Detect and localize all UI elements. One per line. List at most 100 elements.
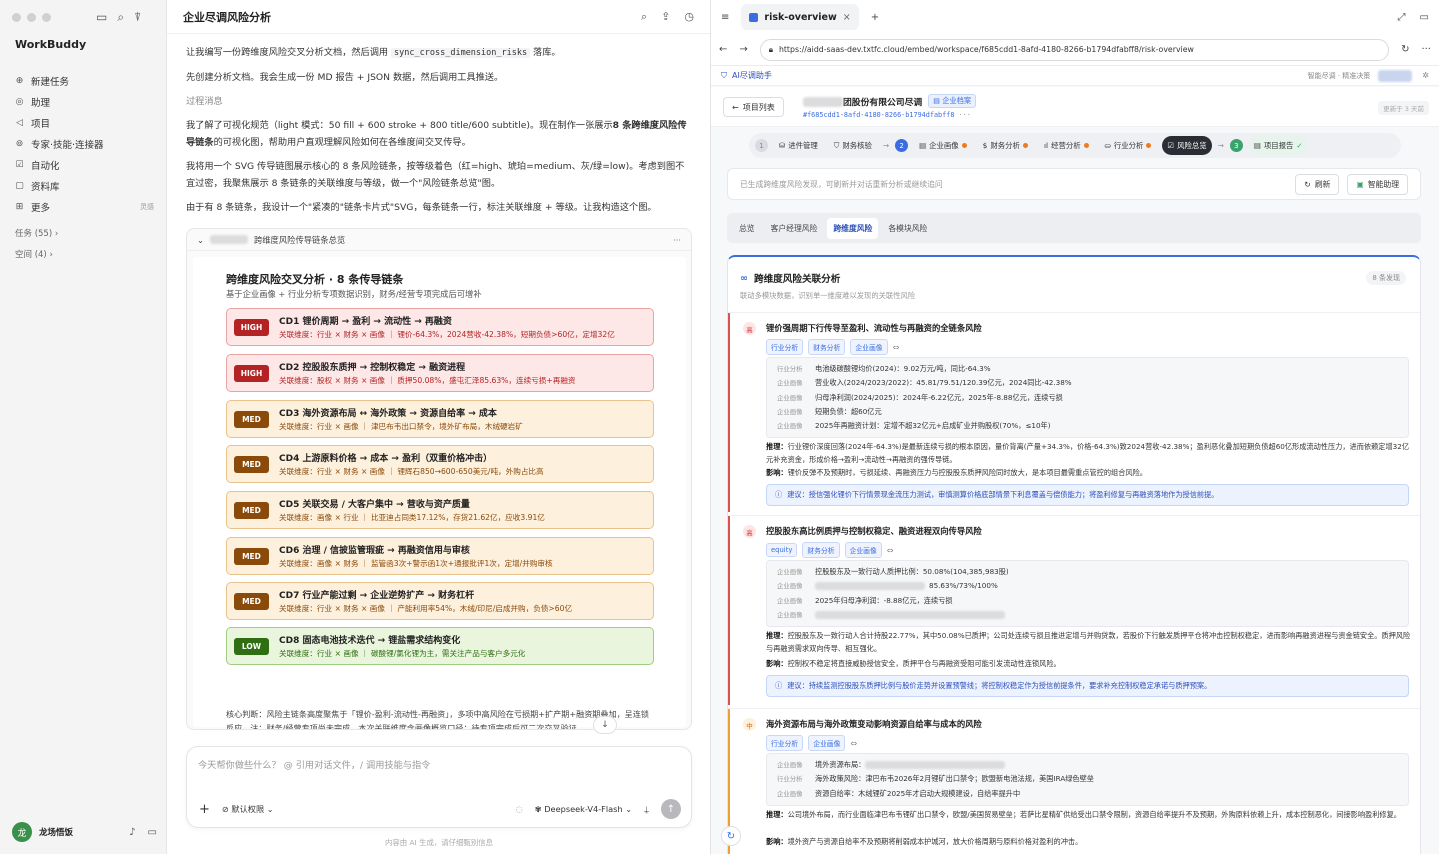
refresh-button[interactable]: ↻ 刷新 [1295, 173, 1340, 195]
reload-icon[interactable]: ↻ [1401, 44, 1409, 55]
window-icon[interactable]: ▭ [1420, 12, 1429, 23]
filter-icon[interactable]: ⍒ [134, 10, 141, 25]
chat-icon[interactable]: ▭ [148, 827, 157, 838]
bell-icon[interactable]: ♪ [129, 827, 135, 838]
arrow-right-icon: → [882, 141, 890, 150]
step-finance-check[interactable]: ⛉ 财务核验 [829, 136, 877, 155]
sidebar-toggle-icon[interactable]: ▭ [96, 10, 107, 25]
chain-card: MED CD4 上游原料价格 → 成本 → 盈利（双重价格冲击） 关联维度：行业 ×… [226, 445, 654, 483]
message-text: 我了解了可视化规范（light 模式：50 fill + 600 stroke … [186, 117, 692, 151]
notice-bar: 已生成跨维度风险发现，可刷新并对话重新分析或继续追问 ↻ 刷新 ▣ 智能助理 [727, 168, 1421, 200]
tab-manager-risk[interactable]: 客户经理风险 [765, 218, 824, 239]
scroll-down-button[interactable]: ↓ [593, 716, 617, 734]
search-icon[interactable]: ⌕ [117, 10, 124, 25]
assistant-button[interactable]: ▣ 智能助理 [1347, 173, 1408, 195]
sidebar-item-projects[interactable]: ◁ 项目 [14, 112, 154, 133]
risk-impact: 影响：境外资产与资源自给率不及预期将削弱成本护城河，放大价格周期与原料价格对盈利… [766, 836, 1412, 849]
sidebar-item-experts[interactable]: ⊚ 专家·技能·连接器 [14, 133, 154, 154]
sidebar-menu-icon[interactable]: ≡ [721, 12, 729, 23]
tag[interactable]: 企业画像 [844, 542, 882, 558]
tag[interactable]: equity [766, 543, 798, 557]
tab-overview[interactable]: 总览 [733, 218, 761, 239]
tab-risk-overview[interactable]: risk-overview × [741, 4, 859, 30]
send-button[interactable]: ↑ [661, 799, 681, 819]
advice-text: 建议：授信强化锂价下行情景现金流压力测试，审慎测算价格底部情景下利息覆盖与偿债能… [787, 490, 1219, 499]
back-to-projects-button[interactable]: ← 项目列表 [723, 97, 784, 117]
artifact-header[interactable]: ⌄ 跨维度风险传导链条总览 ··· [187, 229, 691, 251]
tag[interactable]: 企业画像 [808, 735, 846, 751]
impact-label: 影响： [766, 468, 788, 477]
tag[interactable]: 财务分析 [802, 542, 840, 558]
link-icon: ⇔ [886, 545, 894, 555]
step-intake[interactable]: ⛁ 进件管理 [774, 136, 823, 155]
settings-icon[interactable]: ✲ [1422, 71, 1429, 80]
share-icon[interactable]: ⇪ [661, 10, 670, 24]
evidence-value: 境外资源布局： [815, 760, 866, 769]
step-risk-overview[interactable]: ☑ 风险总览 [1162, 136, 1212, 155]
tab-module-risk[interactable]: 各模块风险 [882, 218, 933, 239]
step-profile[interactable]: ▤ 企业画像 [914, 136, 972, 155]
sidebar-item-library[interactable]: ▢ 资料库 [14, 175, 154, 196]
avatar[interactable]: 龙 [12, 822, 32, 842]
risk-tags: equity 财务分析 企业画像 ⇔ [766, 542, 893, 558]
sidebar-item-new-task[interactable]: ⊕ 新建任务 [14, 70, 154, 91]
company-profile-badge[interactable]: ▤ 企业档案 [928, 94, 977, 108]
sidebar-item-assistant[interactable]: ◎ 助理 [14, 91, 154, 112]
extension-slogan: 智能尽调 · 精准决策 [1307, 71, 1371, 80]
forward-icon[interactable]: → [739, 44, 747, 55]
tab-label: risk-overview [764, 11, 837, 23]
risk-level-badge: MED [234, 502, 269, 519]
tag[interactable]: 财务分析 [808, 339, 846, 355]
evidence-value: 归母净利润(2024/2025)：2024年-6.22亿元，2025年-8.88… [815, 392, 1063, 402]
model-select[interactable]: ✾ Deepseek-V4-Flash ⌄ [535, 804, 632, 814]
more-icon[interactable]: ··· [673, 235, 681, 245]
redacted-avatar [1378, 69, 1413, 82]
sidebar-item-automation[interactable]: ☑ 自动化 [14, 154, 154, 175]
search-icon[interactable]: ⌕ [641, 10, 647, 24]
sidebar-item-more[interactable]: ⊞ 更多 灵感 [14, 196, 154, 217]
risk-item: 中 海外资源布局与海外政策变动影响资源自给率与成本的风险 行业分析 企业画像 ⇔… [728, 708, 1420, 854]
step-operation[interactable]: ıl 经营分析 [1039, 136, 1094, 155]
more-icon[interactable]: ··· [1421, 44, 1431, 55]
permission-select[interactable]: ⊘ 默认权限 ⌄ [222, 803, 274, 815]
tag[interactable]: 企业画像 [850, 339, 888, 355]
window-controls[interactable] [12, 13, 51, 22]
risk-tags: 行业分析 企业画像 ⇔ [766, 735, 857, 751]
close-icon[interactable]: × [843, 12, 851, 23]
process-label[interactable]: 过程消息 [186, 93, 692, 110]
tag[interactable]: 行业分析 [766, 339, 804, 355]
group-spaces[interactable]: 空间 (4) › [15, 248, 53, 260]
sidebar-item-label: 项目 [31, 118, 51, 130]
inference-text: 行业锂价深度回落(2024年-64.3%)是最新连续亏损的根本原因，量价背离(产… [766, 442, 1410, 464]
inference-text: 公司境外布局，而行业面临津巴布韦锂矿出口禁令，欧盟/美国贸易壁垒；若萨比星精矿供… [787, 810, 1401, 819]
new-tab-icon[interactable]: + [871, 12, 879, 23]
add-icon[interactable]: + [199, 802, 210, 817]
page-title: 企业尽调风险分析 [183, 10, 271, 24]
message-input[interactable]: 今天帮你做些什么？ @ 引用对话文件，/ 调用技能与指令 [198, 757, 430, 771]
panel-title: ∞ 跨维度风险关联分析 [740, 271, 840, 286]
step-report[interactable]: ▤ 项目报告 ✓ [1248, 136, 1308, 155]
message-text-part: 让我编写一份跨维度风险交叉分析文档，然后调用 [186, 47, 392, 58]
expand-icon[interactable]: ⤢ [1398, 12, 1406, 23]
loading-icon: ◌ [515, 804, 523, 814]
arrow-right-icon: → [1217, 141, 1224, 150]
tag[interactable]: 行业分析 [766, 735, 804, 751]
chevron-down-icon[interactable]: ⌄ [197, 235, 204, 245]
refresh-fab-button[interactable]: ↻ [721, 826, 741, 846]
evidence-value: 资源自给率：木绒锂矿2025年才启动大规模建设，自给率提升中 [815, 788, 1021, 798]
risk-impact: 影响：控制权不稳定将直接威胁授信安全，质押平仓与再融资受阻可能引发流动性连锁风险… [766, 658, 1412, 671]
tab-cross-risk[interactable]: 跨维度风险 [827, 217, 879, 239]
step-finance[interactable]: $ 财务分析 [978, 136, 1033, 155]
group-tasks[interactable]: 任务 (55) › [15, 227, 58, 239]
step-industry[interactable]: ⛀ 行业分析 [1100, 136, 1157, 155]
evidence-value: 控股股东及一致行动人质押比例：50.08%(104,385,983股) [815, 567, 1009, 576]
history-icon[interactable]: ◷ [684, 10, 694, 24]
back-icon[interactable]: ← [719, 44, 727, 55]
risk-level-badge: MED [234, 456, 269, 473]
evidence-key: 行业分析 [777, 365, 803, 373]
mic-icon[interactable]: ⍊ [644, 804, 649, 815]
ai-disclaimer: 内容由 AI 生成，请仔细甄别信息 [384, 838, 493, 847]
risk-item: 高 锂价强周期下行传导至盈利、流动性与再融资的全链条风险 行业分析 财务分析 企… [728, 312, 1420, 512]
brand-name: WorkBuddy [15, 38, 87, 51]
address-field[interactable]: 🔒︎ https://aidd-saas-dev.txtfc.cloud/embe… [759, 38, 1390, 61]
